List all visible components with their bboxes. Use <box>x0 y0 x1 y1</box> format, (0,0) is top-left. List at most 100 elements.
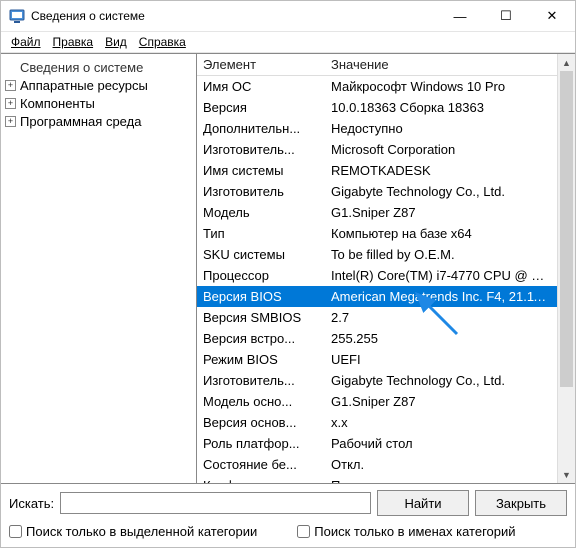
checkbox-label: Поиск только в именах категорий <box>314 524 515 539</box>
checkbox-selected-category[interactable]: Поиск только в выделенной категории <box>9 524 257 539</box>
search-row: Искать: Найти Закрыть <box>9 490 567 516</box>
minimize-button[interactable]: — <box>437 1 483 31</box>
cell-element: Изготовитель... <box>197 370 325 391</box>
tree-item-software[interactable]: + Программная среда <box>5 112 190 130</box>
cell-value: 10.0.18363 Сборка 18363 <box>325 97 557 118</box>
cell-element: Имя ОС <box>197 76 325 98</box>
scroll-thumb[interactable] <box>560 71 573 387</box>
tree-item-components[interactable]: + Компоненты <box>5 94 190 112</box>
tree-item-label: Сведения о системе <box>20 60 143 75</box>
table-header-row[interactable]: Элемент Значение <box>197 54 557 76</box>
checkbox-row: Поиск только в выделенной категории Поис… <box>9 524 567 539</box>
search-input[interactable] <box>60 492 371 514</box>
scroll-track[interactable] <box>558 71 575 466</box>
cell-element: Имя системы <box>197 160 325 181</box>
cell-value: Gigabyte Technology Co., Ltd. <box>325 181 557 202</box>
cell-value: Intel(R) Core(TM) i7-4770 CPU @ 3.40GH..… <box>325 265 557 286</box>
tree-item-label: Аппаратные ресурсы <box>20 78 148 93</box>
cell-value: Gigabyte Technology Co., Ltd. <box>325 370 557 391</box>
find-button[interactable]: Найти <box>377 490 469 516</box>
vertical-scrollbar[interactable]: ▲ ▼ <box>557 54 575 483</box>
expand-icon[interactable]: + <box>5 98 16 109</box>
cell-element: Процессор <box>197 265 325 286</box>
cell-value: 255.255 <box>325 328 557 349</box>
cell-element: Модель <box>197 202 325 223</box>
menubar: Файл Правка Вид Справка <box>1 32 575 53</box>
cell-element: Состояние бе... <box>197 454 325 475</box>
cell-value: REMOTKADESK <box>325 160 557 181</box>
table-row[interactable]: ТипКомпьютер на базе x64 <box>197 223 557 244</box>
window-title: Сведения о системе <box>31 9 437 23</box>
checkbox-selected-category-input[interactable] <box>9 525 22 538</box>
cell-element: Роль платфор... <box>197 433 325 454</box>
main-content: Сведения о системе + Аппаратные ресурсы … <box>1 53 575 483</box>
table-row[interactable]: Состояние бе...Откл. <box>197 454 557 475</box>
table-row[interactable]: Конфигураци...Привязка невозможна <box>197 475 557 483</box>
table-row[interactable]: Версия SMBIOS2.7 <box>197 307 557 328</box>
window-controls: — ☐ ✕ <box>437 1 575 31</box>
tree-item-label: Программная среда <box>20 114 141 129</box>
tree-item-label: Компоненты <box>20 96 95 111</box>
table-row[interactable]: МодельG1.Sniper Z87 <box>197 202 557 223</box>
cell-element: Изготовитель <box>197 181 325 202</box>
cell-value: 2.7 <box>325 307 557 328</box>
app-icon <box>9 8 25 24</box>
cell-element: Дополнительн... <box>197 118 325 139</box>
checkbox-category-names[interactable]: Поиск только в именах категорий <box>297 524 515 539</box>
table-row[interactable]: Версия BIOSAmerican Megatrends Inc. F4, … <box>197 286 557 307</box>
category-tree[interactable]: Сведения о системе + Аппаратные ресурсы … <box>1 54 197 483</box>
cell-value: Компьютер на базе x64 <box>325 223 557 244</box>
cell-element: Режим BIOS <box>197 349 325 370</box>
expand-icon[interactable]: + <box>5 80 16 91</box>
tree-item-hardware[interactable]: + Аппаратные ресурсы <box>5 76 190 94</box>
checkbox-label: Поиск только в выделенной категории <box>26 524 257 539</box>
menu-edit[interactable]: Правка <box>47 34 100 50</box>
table-row[interactable]: Версия10.0.18363 Сборка 18363 <box>197 97 557 118</box>
system-information-window: Сведения о системе — ☐ ✕ Файл Правка Вид… <box>0 0 576 548</box>
cell-value: Привязка невозможна <box>325 475 557 483</box>
table-row[interactable]: Режим BIOSUEFI <box>197 349 557 370</box>
cell-value: UEFI <box>325 349 557 370</box>
tree-item-system-summary[interactable]: Сведения о системе <box>5 58 190 76</box>
scroll-down-arrow[interactable]: ▼ <box>558 466 575 483</box>
bottom-panel: Искать: Найти Закрыть Поиск только в выд… <box>1 483 575 547</box>
titlebar[interactable]: Сведения о системе — ☐ ✕ <box>1 1 575 32</box>
cell-value: American Megatrends Inc. F4, 21.11.2014 <box>325 286 557 307</box>
expand-icon[interactable]: + <box>5 116 16 127</box>
cell-value: To be filled by O.E.M. <box>325 244 557 265</box>
table-row[interactable]: Модель осно...G1.Sniper Z87 <box>197 391 557 412</box>
details-pane: Элемент Значение Имя ОСМайкрософт Window… <box>197 54 575 483</box>
table-row[interactable]: Дополнительн...Недоступно <box>197 118 557 139</box>
scroll-up-arrow[interactable]: ▲ <box>558 54 575 71</box>
cell-element: Версия основ... <box>197 412 325 433</box>
table-row[interactable]: ПроцессорIntel(R) Core(TM) i7-4770 CPU @… <box>197 265 557 286</box>
details-table: Элемент Значение Имя ОСМайкрософт Window… <box>197 54 557 483</box>
maximize-button[interactable]: ☐ <box>483 1 529 31</box>
checkbox-category-names-input[interactable] <box>297 525 310 538</box>
cell-value: x.x <box>325 412 557 433</box>
close-button[interactable]: ✕ <box>529 1 575 31</box>
table-row[interactable]: Изготовитель...Gigabyte Technology Co., … <box>197 370 557 391</box>
cell-value: Рабочий стол <box>325 433 557 454</box>
cell-value: G1.Sniper Z87 <box>325 202 557 223</box>
cell-element: SKU системы <box>197 244 325 265</box>
search-label: Искать: <box>9 496 54 511</box>
menu-help[interactable]: Справка <box>133 34 192 50</box>
table-row[interactable]: Роль платфор...Рабочий стол <box>197 433 557 454</box>
table-row[interactable]: Версия встро...255.255 <box>197 328 557 349</box>
details-list[interactable]: Элемент Значение Имя ОСМайкрософт Window… <box>197 54 557 483</box>
cell-element: Тип <box>197 223 325 244</box>
table-row[interactable]: Изготовитель...Microsoft Corporation <box>197 139 557 160</box>
column-element[interactable]: Элемент <box>197 54 325 76</box>
table-row[interactable]: ИзготовительGigabyte Technology Co., Ltd… <box>197 181 557 202</box>
table-row[interactable]: Имя системыREMOTKADESK <box>197 160 557 181</box>
table-row[interactable]: Версия основ...x.x <box>197 412 557 433</box>
cell-element: Версия SMBIOS <box>197 307 325 328</box>
cell-value: Майкрософт Windows 10 Pro <box>325 76 557 98</box>
close-window-button[interactable]: Закрыть <box>475 490 567 516</box>
column-value[interactable]: Значение <box>325 54 557 76</box>
menu-view[interactable]: Вид <box>99 34 133 50</box>
menu-file[interactable]: Файл <box>5 34 47 50</box>
table-row[interactable]: SKU системыTo be filled by O.E.M. <box>197 244 557 265</box>
table-row[interactable]: Имя ОСМайкрософт Windows 10 Pro <box>197 76 557 98</box>
